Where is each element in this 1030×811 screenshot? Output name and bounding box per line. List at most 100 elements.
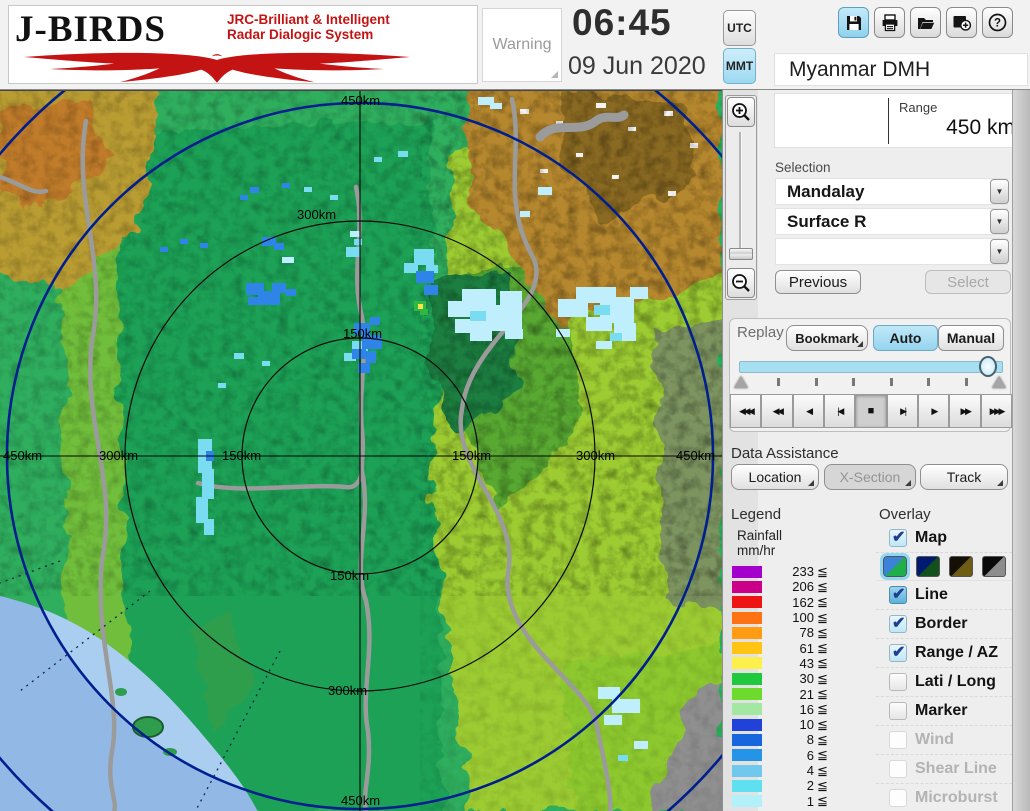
overlay-item-wind[interactable]: Wind: [876, 726, 1022, 755]
control-panel: Myanmar DMH Range 450 km Selection Manda…: [729, 53, 1030, 811]
clock-date: 09 Jun 2020: [568, 52, 706, 80]
help-button[interactable]: ?: [982, 7, 1013, 38]
overlay-item-marker[interactable]: Marker: [876, 697, 1022, 726]
selection-label: Selection: [775, 160, 831, 175]
checkbox-line[interactable]: [889, 584, 907, 604]
legend-threshold-symbol: ≦: [817, 670, 828, 686]
map-style-3[interactable]: [949, 556, 973, 577]
location-button[interactable]: Location: [731, 464, 819, 490]
help-icon: ?: [988, 13, 1007, 32]
range-label: 150km: [452, 448, 491, 463]
rewind-fast-button[interactable]: ◀◀: [761, 394, 793, 428]
open-folder-button[interactable]: [910, 7, 941, 38]
rewind-fastest-button[interactable]: ◀◀◀: [730, 394, 762, 428]
overlay-item-line[interactable]: Line: [876, 581, 1022, 610]
range-box: Range 450 km: [774, 93, 1028, 148]
range-label: 300km: [576, 448, 615, 463]
zoom-in-button[interactable]: [727, 97, 755, 127]
site-dropdown[interactable]: Mandalay: [775, 178, 1008, 205]
overlay-item-shear-line[interactable]: Shear Line: [876, 755, 1022, 784]
replay-start-marker[interactable]: [734, 376, 748, 388]
legend-swatch: [732, 733, 762, 746]
track-button[interactable]: Track: [920, 464, 1008, 490]
legend-row: 78 ≦: [721, 625, 871, 640]
legend-row: 162 ≦: [721, 594, 871, 610]
previous-button[interactable]: Previous: [775, 270, 861, 294]
xsection-button[interactable]: X-Section: [824, 464, 916, 490]
legend-row: 6 ≦: [721, 747, 871, 763]
legend-row: 1 ≦: [721, 793, 871, 809]
range-label: 150km: [343, 326, 382, 341]
replay-slider-handle[interactable]: [979, 356, 997, 377]
stop-button[interactable]: ■: [855, 394, 887, 428]
print-button[interactable]: [874, 7, 905, 38]
map-style-2[interactable]: [916, 556, 940, 577]
overlay-item-border[interactable]: Border: [876, 610, 1022, 639]
play-backward-button[interactable]: ◀: [792, 394, 824, 428]
zoom-slider-track[interactable]: [739, 132, 742, 260]
range-label: 300km: [297, 207, 336, 222]
forward-fastest-button[interactable]: ▶▶▶: [980, 394, 1012, 428]
overlay-item-range-az[interactable]: Range / AZ: [876, 639, 1022, 668]
mmt-button[interactable]: MMT: [723, 48, 756, 84]
forward-fast-button[interactable]: ▶▶: [949, 394, 981, 428]
zoom-slider-handle[interactable]: [729, 248, 753, 260]
overlay-item-label: Wind: [915, 731, 954, 748]
radar-map[interactable]: 450km 300km 150km 150km 300km 450km 450km 300km…: [0, 0, 832, 811]
product-dropdown-arrow[interactable]: ▼: [990, 209, 1009, 234]
app-logo: J-BIRDS JRC-Brilliant & Intelligent Radar…: [8, 5, 478, 84]
site-dropdown-arrow[interactable]: ▼: [990, 179, 1009, 204]
legend-swatch: [732, 626, 762, 639]
map-style-4[interactable]: [982, 556, 1006, 577]
legend-row: 43 ≦: [721, 655, 871, 671]
checkbox-map[interactable]: [889, 527, 907, 547]
warning-button[interactable]: Warning: [482, 8, 562, 82]
overlay-item-label: Lati / Long: [915, 673, 996, 690]
checkbox-border[interactable]: [889, 613, 907, 633]
legend-row: 16 ≦: [721, 701, 871, 717]
add-capture-button[interactable]: [946, 7, 977, 38]
step-forward-button[interactable]: ▶|: [886, 394, 918, 428]
legend-value: 30: [799, 671, 814, 687]
open-folder-icon: [917, 17, 934, 29]
legend-threshold-symbol: ≦: [817, 563, 828, 579]
legend-row: 100 ≦: [721, 610, 871, 625]
replay-end-marker[interactable]: [992, 376, 1006, 388]
overlay-item-map[interactable]: Map: [876, 524, 1022, 553]
range-label: 450km: [341, 793, 380, 808]
zoom-out-icon: [732, 274, 750, 292]
overlay-item-lati-long[interactable]: Lati / Long: [876, 668, 1022, 697]
legend-value: 162: [792, 594, 814, 610]
play-button[interactable]: ▶: [917, 394, 950, 428]
map-style-1[interactable]: [880, 553, 910, 580]
overlay-item-microburst[interactable]: Microburst: [876, 784, 1022, 811]
zoom-out-button[interactable]: [727, 268, 755, 298]
legend-value: 21: [799, 686, 814, 702]
legend-row: 233 ≦: [721, 564, 871, 579]
manual-button[interactable]: Manual: [938, 325, 1004, 351]
checkbox-wind: [889, 731, 907, 749]
save-button[interactable]: [838, 7, 869, 38]
checkbox-lati-long[interactable]: [889, 673, 907, 691]
legend-threshold-symbol: ≦: [817, 777, 828, 793]
overlay-item-label: Border: [915, 615, 968, 632]
extra-dropdown-arrow[interactable]: ▼: [990, 239, 1009, 264]
legend-threshold-symbol: ≦: [817, 762, 828, 778]
select-button[interactable]: Select: [925, 270, 1011, 294]
legend-value: 100: [792, 610, 814, 626]
replay-slider-track[interactable]: [739, 361, 1003, 373]
legend-swatch: [732, 779, 762, 792]
panel-scrollbar[interactable]: [1012, 90, 1030, 811]
checkbox-range-az[interactable]: [889, 642, 907, 662]
auto-button[interactable]: Auto: [873, 325, 938, 351]
step-back-button[interactable]: |◀: [823, 394, 856, 428]
checkbox-marker[interactable]: [889, 702, 907, 720]
legend-swatch: [732, 642, 762, 655]
extra-dropdown[interactable]: [775, 238, 1008, 265]
legend-swatch: [732, 580, 762, 593]
replay-tick: [814, 378, 818, 386]
utc-button[interactable]: UTC: [723, 10, 756, 46]
product-dropdown[interactable]: Surface R: [775, 208, 1008, 235]
legend-threshold-symbol: ≦: [817, 731, 828, 747]
bookmark-button[interactable]: Bookmark: [786, 325, 868, 351]
